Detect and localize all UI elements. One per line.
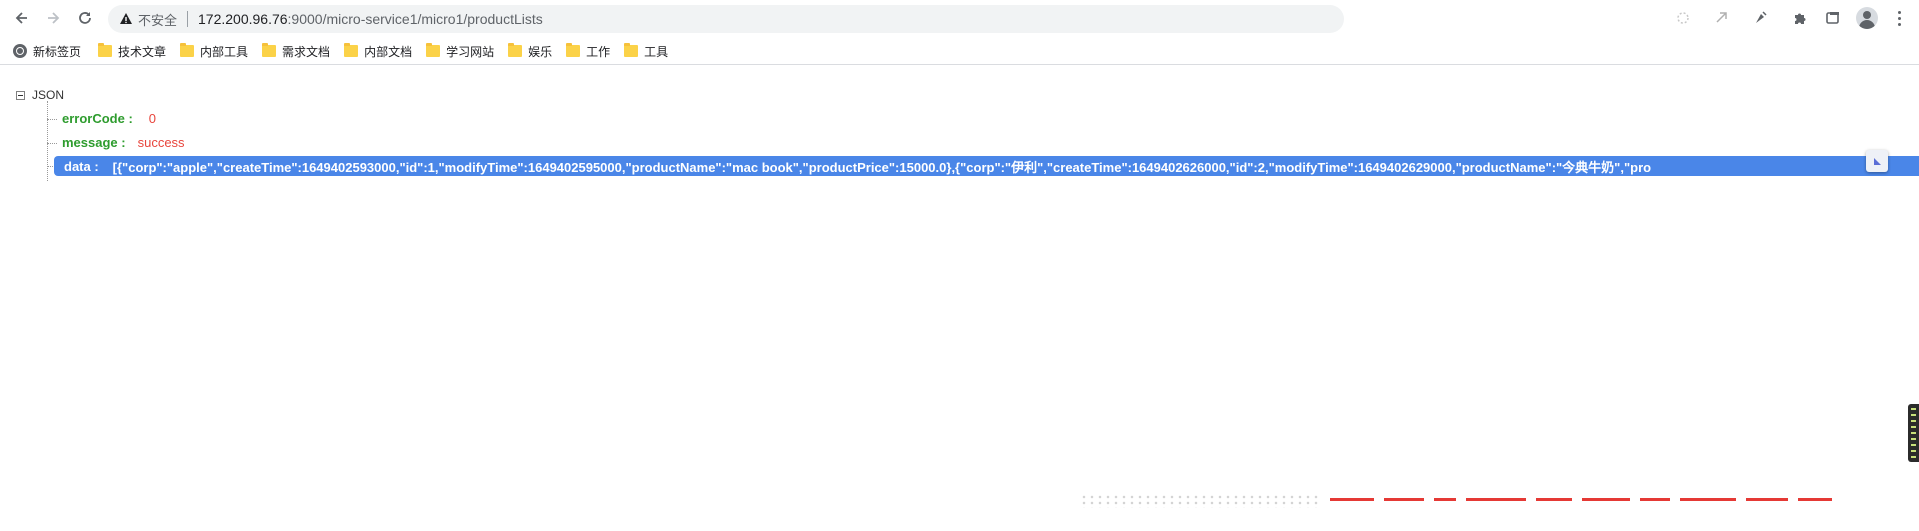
- json-row-errorcode[interactable]: errorCode : 0: [62, 111, 156, 126]
- url-path: :9000/micro-service1/micro1/productLists: [287, 11, 543, 27]
- bookmark-folder[interactable]: 需求文档: [262, 43, 330, 60]
- tree-connector: [47, 101, 48, 181]
- bookmark-label: 工作: [586, 44, 611, 59]
- bookmark-folder[interactable]: 内部文档: [344, 43, 412, 60]
- json-value: [{"corp":"apple","createTime":1649402593…: [112, 159, 1652, 175]
- folder-icon: [566, 43, 581, 57]
- json-key: data :: [64, 158, 99, 174]
- folder-icon: [426, 43, 441, 57]
- address-bar[interactable]: 不安全 172.200.96.76:9000/micro-service1/mi…: [108, 5, 1344, 33]
- bookmark-folder[interactable]: 内部工具: [180, 43, 248, 60]
- browser-toolbar: 不安全 172.200.96.76:9000/micro-service1/mi…: [0, 0, 1919, 36]
- json-key: errorCode :: [62, 111, 133, 126]
- bookmark-label: 娱乐: [528, 44, 553, 59]
- bookmark-folder[interactable]: 工具: [624, 43, 668, 60]
- url-host: 172.200.96.76: [198, 11, 288, 27]
- bookmark-folder[interactable]: 娱乐: [508, 43, 552, 60]
- json-root[interactable]: JSON: [16, 88, 64, 102]
- tree-connector: [47, 119, 57, 120]
- back-icon[interactable]: [10, 6, 34, 30]
- folder-icon: [624, 43, 639, 57]
- tree-connector: [47, 143, 57, 144]
- extension-icon[interactable]: [1712, 8, 1732, 28]
- watermark-dots: [1080, 494, 1320, 508]
- folder-icon: [262, 43, 277, 57]
- corner-arrow-icon: [1873, 157, 1881, 165]
- bookmark-label: 需求文档: [282, 44, 331, 59]
- scroll-to-top-button[interactable]: [1866, 150, 1888, 172]
- puzzle-icon[interactable]: [1790, 8, 1810, 28]
- json-viewer: JSON errorCode : 0 message : success dat…: [0, 66, 1919, 531]
- json-value: 0: [148, 111, 157, 126]
- globe-icon: [13, 44, 27, 58]
- extension-icon[interactable]: [1750, 8, 1770, 28]
- forward-icon[interactable]: [41, 6, 65, 30]
- bookmark-label: 内部工具: [200, 44, 249, 59]
- folder-icon: [180, 43, 195, 57]
- bookmarks-bar: 新标签页 技术文章 内部工具 需求文档 内部文档 学习网站 娱乐 工作 工具: [0, 38, 1919, 65]
- bookmark-label: 新标签页: [33, 44, 82, 59]
- tab-search-icon[interactable]: [1823, 8, 1843, 28]
- folder-icon: [508, 43, 523, 57]
- json-row-data[interactable]: data : [{"corp":"apple","createTime":164…: [54, 156, 1919, 176]
- collapse-toggle-icon[interactable]: [16, 90, 25, 100]
- bookmark-folder[interactable]: 技术文章: [98, 43, 166, 60]
- warning-icon[interactable]: [118, 11, 134, 27]
- bookmark-new-tab[interactable]: 新标签页: [13, 43, 81, 60]
- bookmark-label: 学习网站: [446, 44, 495, 59]
- omnibox-separator: [187, 11, 189, 27]
- bookmark-label: 内部文档: [364, 44, 413, 59]
- json-root-label: JSON: [32, 88, 65, 102]
- menu-icon[interactable]: [1891, 8, 1907, 28]
- bookmark-label: 工具: [644, 44, 669, 59]
- watermark-bottom: [1330, 486, 1910, 522]
- reload-icon[interactable]: [73, 6, 97, 30]
- json-row-message[interactable]: message : success: [62, 135, 185, 150]
- extension-icon[interactable]: [1673, 8, 1693, 28]
- folder-icon: [98, 43, 113, 57]
- bookmark-folder[interactable]: 学习网站: [426, 43, 494, 60]
- folder-icon: [344, 43, 359, 57]
- security-label: 不安全: [138, 12, 178, 28]
- side-panel-handle[interactable]: [1908, 404, 1919, 462]
- json-key: message :: [62, 135, 126, 150]
- json-value: success: [137, 135, 185, 150]
- bookmark-label: 技术文章: [118, 44, 167, 59]
- bookmark-folder[interactable]: 工作: [566, 43, 610, 60]
